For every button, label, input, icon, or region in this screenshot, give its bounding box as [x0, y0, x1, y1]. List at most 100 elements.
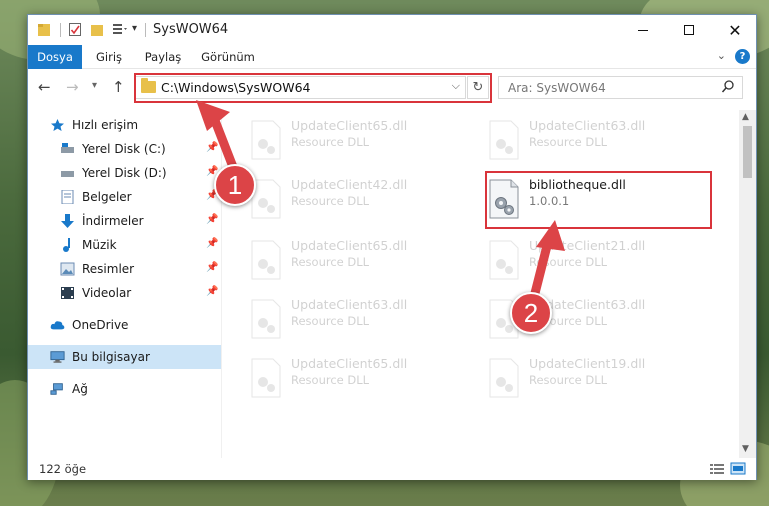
file-item[interactable]: UpdateClient21.dll Resource DLL: [481, 234, 716, 286]
search-input[interactable]: Ara: SysWOW64: [498, 76, 743, 99]
file-name: UpdateClient42.dll: [291, 177, 408, 192]
file-item[interactable]: UpdateClient63.dll Resource DLL: [243, 293, 478, 345]
sidebar-item-quick-access[interactable]: Hızlı erişim: [28, 113, 221, 137]
file-item[interactable]: UpdateClient65.dll Resource DLL: [243, 234, 478, 286]
back-button[interactable]: ←: [38, 78, 51, 96]
recent-locations-icon[interactable]: ▾: [92, 80, 97, 91]
sidebar-item-videos[interactable]: Videolar 📌: [28, 281, 221, 305]
scrollbar-thumb[interactable]: [743, 126, 752, 178]
address-highlight-box: [134, 73, 492, 103]
sidebar-item-network[interactable]: Ağ: [28, 377, 221, 401]
file-name: UpdateClient21.dll: [529, 238, 646, 253]
search-icon: [721, 80, 734, 93]
sidebar-item-local-disk-c[interactable]: Yerel Disk (C:) 📌: [28, 137, 221, 161]
file-list: UpdateClient65.dll Resource DLL UpdateCl…: [223, 110, 739, 458]
minimize-icon: [638, 29, 648, 31]
scroll-up-icon[interactable]: ▲: [742, 112, 749, 122]
documents-icon: [61, 190, 74, 204]
tab-view[interactable]: Görünüm: [198, 45, 258, 69]
file-item[interactable]: UpdateClient63.dll Resource DLL: [481, 114, 716, 166]
file-item[interactable]: UpdateClient42.dll Resource DLL: [243, 173, 478, 225]
star-icon: [51, 119, 64, 131]
file-item[interactable]: UpdateClient65.dll Resource DLL: [243, 114, 478, 166]
step-badge-1: 1: [214, 164, 256, 206]
sidebar-item-pictures[interactable]: Resimler 📌: [28, 257, 221, 281]
expand-ribbon-icon[interactable]: ⌄: [717, 49, 726, 62]
file-name: UpdateClient65.dll: [291, 118, 408, 133]
download-icon: [61, 214, 74, 228]
tab-home[interactable]: Giriş: [90, 45, 128, 69]
pin-icon[interactable]: 📌: [206, 262, 218, 273]
file-description: Resource DLL: [291, 255, 370, 269]
title-separator: [60, 23, 61, 37]
properties-icon[interactable]: [68, 22, 82, 37]
scroll-down-icon[interactable]: ▼: [742, 444, 749, 454]
sidebar-item-label: OneDrive: [72, 318, 129, 332]
file-description: Resource DLL: [291, 314, 370, 328]
file-name: UpdateClient63.dll: [529, 118, 646, 133]
file-item[interactable]: UpdateClient19.dll Resource DLL: [481, 352, 716, 404]
sidebar-item-label: İndirmeler: [82, 214, 144, 228]
new-folder-icon[interactable]: [90, 22, 104, 37]
dll-file-icon: [251, 240, 281, 280]
file-highlight-box: [485, 171, 712, 229]
sidebar-item-label: Müzik: [82, 238, 117, 252]
close-button[interactable]: ✕: [712, 15, 758, 45]
dll-file-icon: [251, 358, 281, 398]
up-button[interactable]: ↑: [112, 78, 125, 96]
file-description: Resource DLL: [529, 135, 608, 149]
sidebar-item-this-pc[interactable]: Bu bilgisayar: [28, 345, 221, 369]
sidebar-item-onedrive[interactable]: OneDrive: [28, 313, 221, 337]
sidebar-item-downloads[interactable]: İndirmeler 📌: [28, 209, 221, 233]
cloud-icon: [50, 321, 65, 330]
close-icon: ✕: [728, 20, 742, 40]
file-description: Resource DLL: [291, 373, 370, 387]
details-view-icon[interactable]: [709, 462, 725, 475]
item-count: 122 öğe: [39, 462, 87, 476]
sidebar-item-label: Yerel Disk (D:): [82, 166, 167, 180]
pin-icon[interactable]: 📌: [206, 238, 218, 249]
sidebar-item-local-disk-d[interactable]: Yerel Disk (D:) 📌: [28, 161, 221, 185]
pin-icon[interactable]: 📌: [206, 214, 218, 225]
file-description: Resource DLL: [529, 255, 608, 269]
chevron-down-icon[interactable]: ▾: [132, 23, 137, 34]
sidebar-item-label: Bu bilgisayar: [72, 350, 150, 364]
file-name: UpdateClient65.dll: [291, 238, 408, 253]
pane-divider: [221, 110, 222, 458]
tab-file[interactable]: Dosya: [28, 45, 82, 69]
dll-file-icon: [489, 358, 519, 398]
vertical-scrollbar[interactable]: ▲ ▼: [739, 110, 756, 458]
music-icon: [63, 238, 70, 252]
forward-button[interactable]: →: [66, 78, 79, 96]
explorer-window: ▾ SysWOW64 ✕ Dosya Giriş Paylaş Görünüm …: [27, 14, 757, 480]
folder-icon: [38, 24, 50, 36]
pin-icon[interactable]: 📌: [206, 142, 218, 153]
tab-share[interactable]: Paylaş: [140, 45, 186, 69]
ribbon-tabs: Dosya Giriş Paylaş Görünüm ⌄ ?: [28, 45, 756, 69]
sidebar-item-documents[interactable]: Belgeler 📌: [28, 185, 221, 209]
minimize-button[interactable]: [620, 15, 666, 45]
dll-file-icon: [251, 299, 281, 339]
customize-toolbar-icon[interactable]: [112, 22, 128, 37]
sidebar-item-label: Videolar: [82, 286, 132, 300]
step-badge-2: 2: [510, 292, 552, 334]
network-icon: [50, 383, 63, 395]
search-placeholder: Ara: SysWOW64: [508, 81, 606, 95]
help-icon[interactable]: ?: [735, 49, 750, 64]
file-item[interactable]: UpdateClient65.dll Resource DLL: [243, 352, 478, 404]
file-description: Resource DLL: [291, 194, 370, 208]
tiles-view-icon[interactable]: [730, 462, 746, 475]
sidebar-item-music[interactable]: Müzik 📌: [28, 233, 221, 257]
file-description: Resource DLL: [529, 373, 608, 387]
drive-icon: [61, 143, 74, 153]
pin-icon[interactable]: 📌: [206, 286, 218, 297]
video-icon: [61, 287, 74, 299]
file-name: UpdateClient63.dll: [291, 297, 408, 312]
dll-file-icon: [489, 240, 519, 280]
title-bar: ▾ SysWOW64 ✕: [28, 15, 756, 45]
dll-file-icon: [489, 120, 519, 160]
drive-icon: [61, 171, 74, 177]
maximize-button[interactable]: [666, 15, 712, 45]
maximize-icon: [684, 25, 694, 35]
status-bar: 122 öğe: [28, 458, 756, 480]
